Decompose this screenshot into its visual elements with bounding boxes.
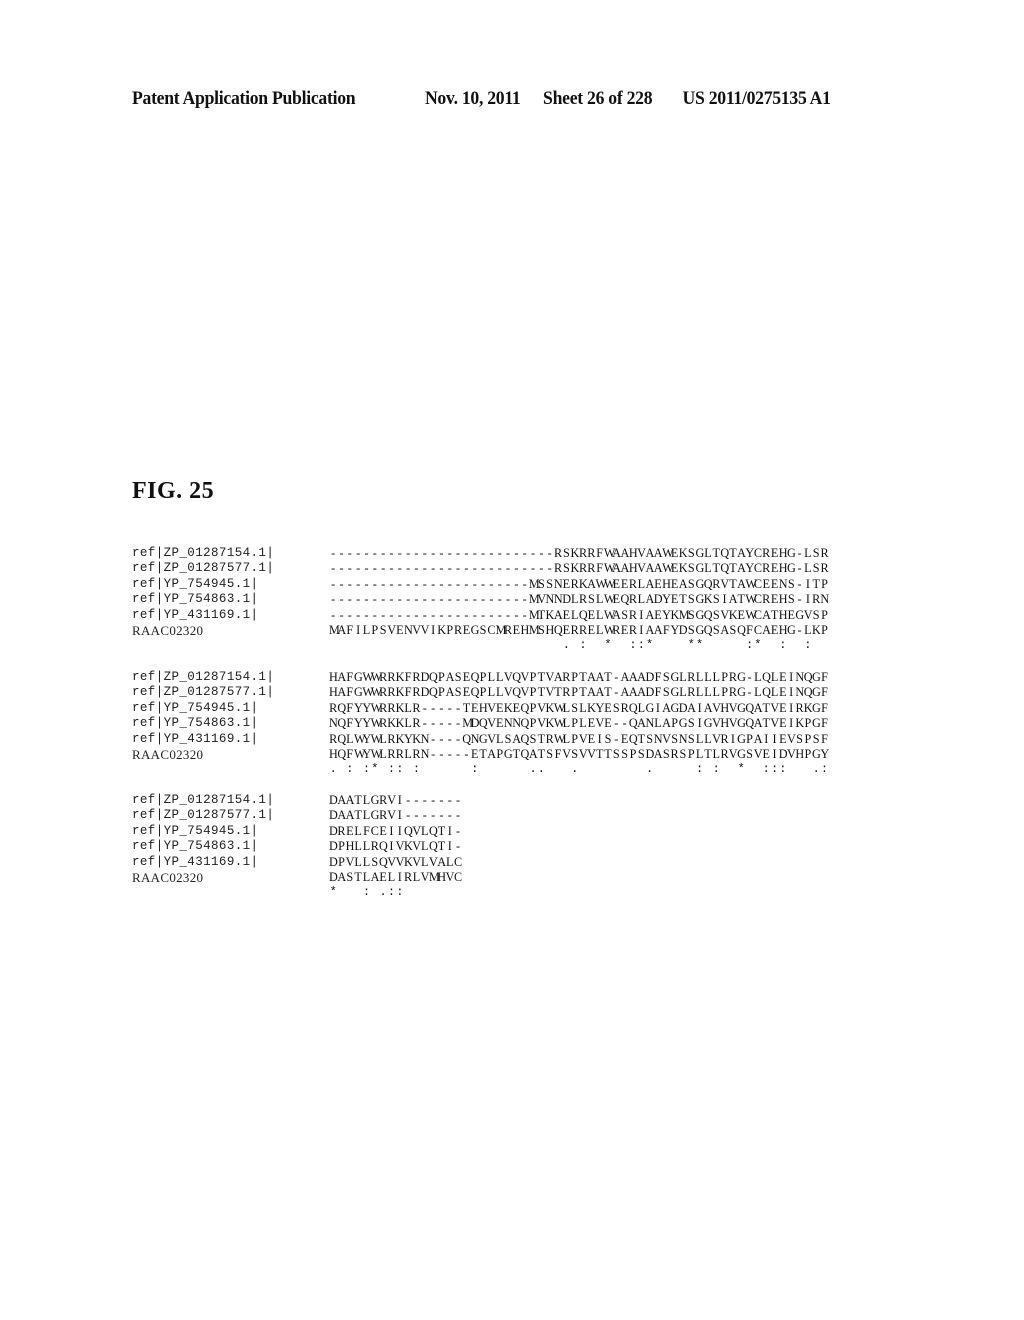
sequence-label: ref|YP_431169.1| [132, 854, 259, 869]
figure-title: FIG. 25 [132, 478, 215, 504]
sequence-label: ref|ZP_01287577.1| [132, 685, 275, 700]
publication-type: Patent Application Publication [132, 88, 356, 109]
sequence-residues: MAF I LP SVENVV I KPREGSCMREHMSHQERRELWRER I AA… [329, 622, 828, 637]
sequence-residues: DAATLGRV I - - - - - - - [329, 793, 461, 807]
sheet-number: Sheet 26 of 228 [543, 88, 653, 109]
sequence-residues: - - - - - - - - - - - - - - - - - - - - - - - - - - - RSKRRFWAAHVAA… [331, 561, 829, 576]
conservation-marks: * : .:: [329, 885, 404, 900]
sequence-label: ref|YP_754863.1| [132, 839, 259, 854]
sequence-label: ref|YP_754945.1| [132, 823, 259, 838]
sequence-residues: - - - - - - - - - - - - - - - - - - - - - - - - MTKAELQELWASR I AE… [331, 607, 828, 622]
sequence-residues: RQLWYWLRKYKN - - - - QNGVLSAQSTRWLPVE I S - EQTSN… [329, 731, 828, 746]
sequence-residues: - - - - - - - - - - - - - - - - - - - - - - - - - - - RSKRRFWAAHVAA… [331, 546, 829, 560]
conservation-marks: . : * ::* ** :* : : [562, 638, 812, 653]
sequence-label: RAAC02320 [132, 869, 204, 885]
sequence-residues: - - - - - - - - - - - - - - - - - - - - - - - - MVNNDLRSLWEQRLAD… [331, 592, 830, 607]
sequence-residues: HAFGWWRRKFRDQPASEQPLLVQVPTVARPTAAT - AAADF… [329, 670, 828, 684]
sequence-residues: DRELFCE I I QVLQT I - [329, 823, 461, 838]
sequence-residues: DASTLAEL I RLVMHVC [329, 869, 463, 884]
sequence-residues: DPHLLRQ I VKVLQT I - [329, 839, 461, 854]
sequence-residues: NQFYYWRKKLR - - - - - MDQVENNQPVKWLPLEVE - - QANL… [329, 716, 828, 731]
sequence-label: RAAC02320 [132, 622, 204, 638]
sequence-label: ref|ZP_01287154.1| [132, 546, 275, 560]
sequence-residues: RQFYYWRRKLR - - - - - TEHVEKEQPVKWLSLKYESRQLG I… [329, 700, 828, 715]
sequence-label: ref|ZP_01287154.1| [132, 793, 275, 807]
sequence-label: ref|YP_431169.1| [132, 607, 259, 622]
sequence-label: ref|YP_754945.1| [132, 700, 259, 715]
sequence-residues: HQFWYWLRRLRN - - - - - ETAPGTQATS FVSVVTTS S P SDA… [329, 746, 830, 761]
sequence-residues: HAFGWWRRKFRDQPASEQPLLVQVPTVTRPTAAT - AAADF… [329, 685, 828, 700]
sequence-label: ref|ZP_01287577.1| [132, 808, 275, 823]
sequence-label: RAAC02320 [132, 746, 204, 762]
sequence-residues: DAATLGRV I - - - - - - - [329, 808, 461, 823]
sequence-label: ref|ZP_01287577.1| [132, 561, 275, 576]
sequence-residues: DPVLLSQVVKVLVALC [329, 854, 463, 869]
sequence-label: ref|YP_754863.1| [132, 716, 259, 731]
sequence-label: ref|YP_431169.1| [132, 731, 259, 746]
sequence-residues: - - - - - - - - - - - - - - - - - - - - - - - - MS SNERKAWWEERLAE… [331, 576, 828, 591]
sequence-label: ref|YP_754863.1| [132, 592, 259, 607]
patent-number: US 2011/0275135 A1 [682, 88, 831, 109]
conservation-marks: . : :* :: : : .. . . : : * ::: .: [329, 762, 829, 777]
sequence-label: ref|YP_754945.1| [132, 576, 259, 591]
publication-date: Nov. 10, 2011 [424, 88, 521, 109]
sequence-label: ref|ZP_01287154.1| [132, 670, 275, 684]
